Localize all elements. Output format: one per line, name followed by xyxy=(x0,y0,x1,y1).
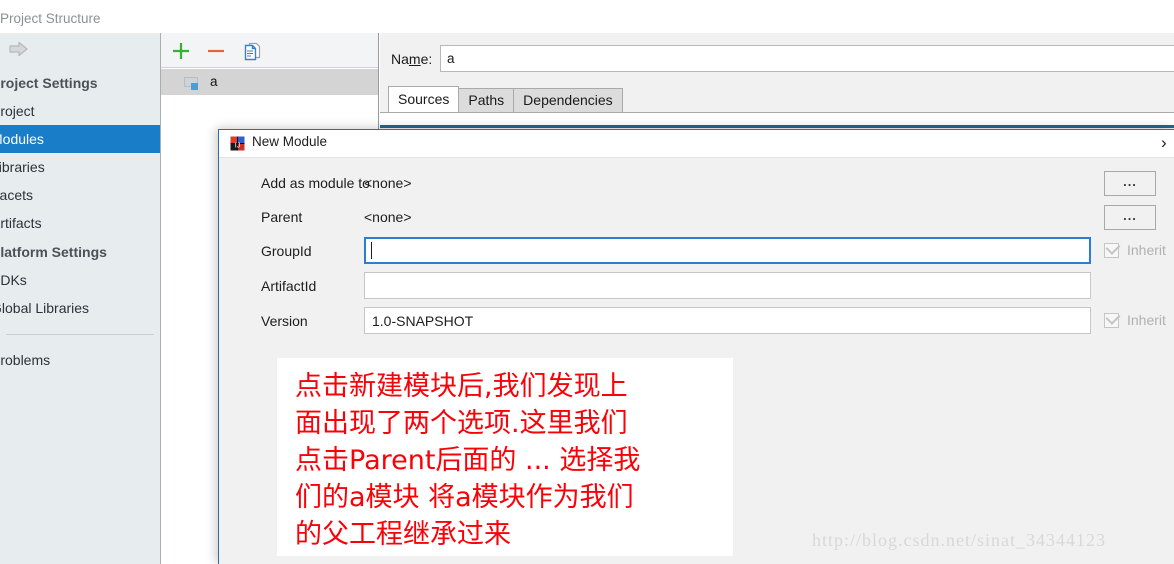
module-name-input[interactable] xyxy=(440,45,1174,72)
watermark: http://blog.csdn.net/sinat_34344123 xyxy=(812,530,1106,550)
add-as-module-to-browse-button[interactable]: ... xyxy=(1104,171,1156,196)
svg-text:IJ: IJ xyxy=(235,143,240,150)
sidebar-item-label: Facets xyxy=(0,187,34,203)
version-input[interactable] xyxy=(364,307,1091,334)
groupid-label: GroupId xyxy=(261,243,312,259)
annotation-text: 点击新建模块后,我们发现上 面出现了两个选项.这里我们 点击Parent后面的 … xyxy=(295,371,641,550)
sidebar-item-sdks[interactable]: SDKs xyxy=(0,266,160,294)
artifactid-input[interactable] xyxy=(364,272,1091,299)
sidebar-item-label: Project xyxy=(0,103,35,119)
sidebar-item-project[interactable]: Project xyxy=(0,97,160,125)
text-caret xyxy=(371,242,372,259)
sidebar-toolbar xyxy=(0,33,160,65)
add-as-module-to-label: Add as module to xyxy=(261,175,370,191)
groupid-input[interactable] xyxy=(364,237,1091,264)
right-arrow-icon[interactable] xyxy=(8,40,30,58)
minus-icon[interactable] xyxy=(205,40,229,62)
sidebar-item-label: Modules xyxy=(0,131,44,147)
copy-icon[interactable] xyxy=(241,40,265,62)
groupid-inherit-checkbox[interactable]: Inherit xyxy=(1104,239,1166,260)
sidebar-item-label: Libraries xyxy=(0,159,45,175)
table-row[interactable]: a xyxy=(161,69,378,95)
dialog-titlebar: IJ New Module › xyxy=(219,130,1174,158)
module-name-label: a xyxy=(210,74,218,89)
parent-browse-button[interactable]: ... xyxy=(1104,205,1156,230)
add-as-module-to-value: <none> xyxy=(364,175,412,191)
intellij-idea-icon: IJ xyxy=(230,136,245,151)
tab-paths[interactable]: Paths xyxy=(458,88,515,112)
settings-sidebar: Project Settings Project Modules Librari… xyxy=(0,33,161,564)
sidebar-item-label: Problems xyxy=(0,352,51,368)
sidebar-item-label: SDKs xyxy=(0,272,27,288)
sidebar-item-global-libraries[interactable]: Global Libraries xyxy=(0,294,160,322)
tab-sources[interactable]: Sources xyxy=(388,86,460,112)
version-inherit-checkbox[interactable]: Inherit xyxy=(1104,309,1166,330)
tab-underline xyxy=(380,112,1174,113)
plus-icon[interactable] xyxy=(170,40,194,62)
chevron-right-icon[interactable]: › xyxy=(1161,134,1167,152)
sidebar-divider xyxy=(6,334,154,335)
sidebar-group-label: Project Settings xyxy=(0,75,98,91)
module-icon xyxy=(184,74,202,90)
window-title: Project Structure xyxy=(0,11,101,26)
checkbox-icon xyxy=(1104,309,1121,328)
sidebar-item-facets[interactable]: Facets xyxy=(0,181,160,209)
name-label: Name: xyxy=(391,51,433,67)
version-label: Version xyxy=(261,313,308,329)
sidebar-item-label: Global Libraries xyxy=(0,300,90,316)
sidebar-item-modules[interactable]: Modules xyxy=(0,125,160,153)
annotation-callout: 点击新建模块后,我们发现上 面出现了两个选项.这里我们 点击Parent后面的 … xyxy=(277,358,733,556)
module-name-row: Name: xyxy=(380,45,1174,75)
dialog-title: New Module xyxy=(252,134,328,149)
version-inherit-label: Inherit xyxy=(1127,312,1166,328)
sidebar-group-platform-settings: Platform Settings xyxy=(0,238,160,266)
tab-dependencies[interactable]: Dependencies xyxy=(513,88,623,112)
checkbox-icon xyxy=(1104,239,1121,258)
sidebar-item-libraries[interactable]: Libraries xyxy=(0,153,160,181)
sidebar-group-label: Platform Settings xyxy=(0,244,107,260)
tab-panel-body xyxy=(380,113,1174,125)
artifactid-label: ArtifactId xyxy=(261,278,317,294)
parent-label: Parent xyxy=(261,209,303,225)
project-structure-window: Project Structure Project Settings Proje… xyxy=(0,0,1174,564)
sidebar-item-label: Artifacts xyxy=(0,215,42,231)
modules-toolbar xyxy=(161,33,378,68)
parent-value: <none> xyxy=(364,209,412,225)
sidebar-item-problems[interactable]: Problems xyxy=(0,346,160,374)
sidebar-item-artifacts[interactable]: Artifacts xyxy=(0,209,160,237)
sources-toolbar-strip xyxy=(380,125,1174,128)
module-tabs: Sources Paths Dependencies xyxy=(388,86,623,112)
groupid-inherit-label: Inherit xyxy=(1127,242,1166,258)
sidebar-group-project-settings: Project Settings xyxy=(0,69,160,97)
